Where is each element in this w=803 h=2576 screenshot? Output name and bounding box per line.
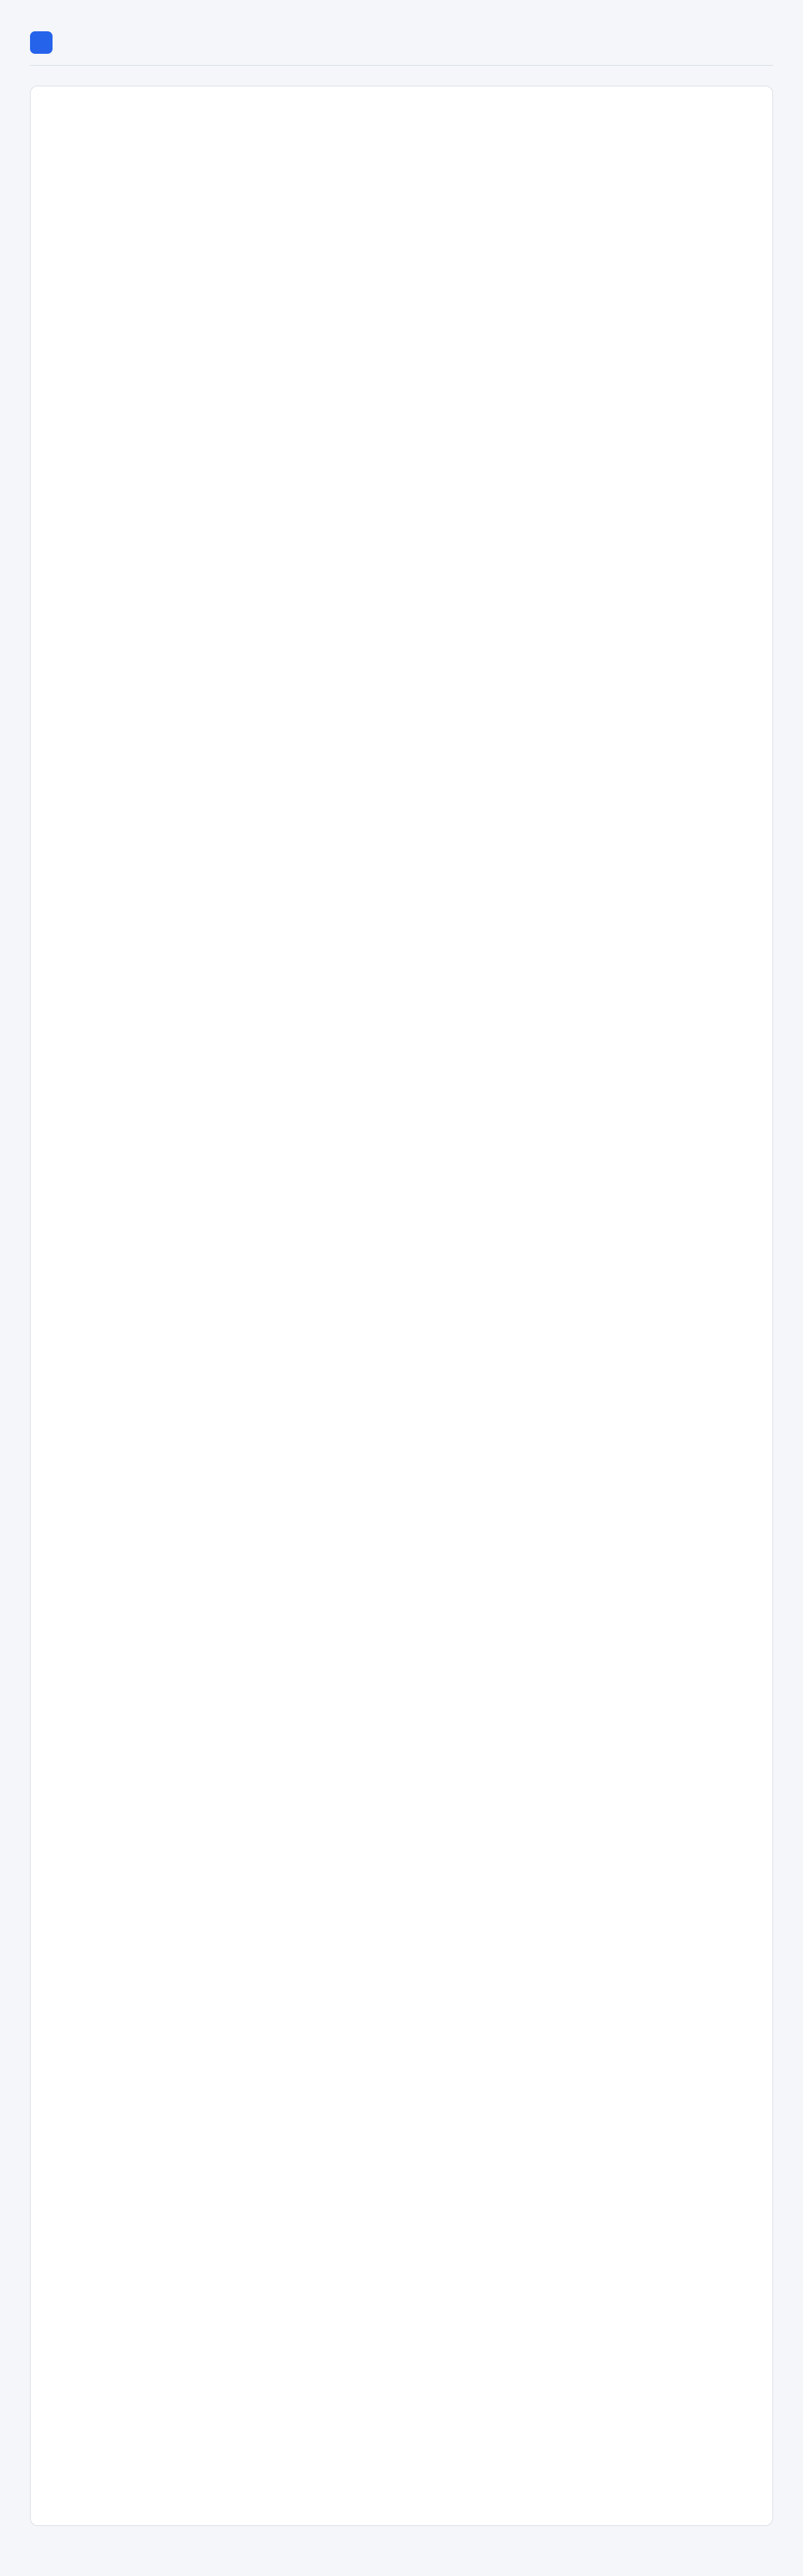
app-header: [30, 20, 773, 66]
app-logo: [30, 31, 53, 54]
app-window: [0, 0, 803, 2576]
content-area: [30, 86, 773, 2526]
